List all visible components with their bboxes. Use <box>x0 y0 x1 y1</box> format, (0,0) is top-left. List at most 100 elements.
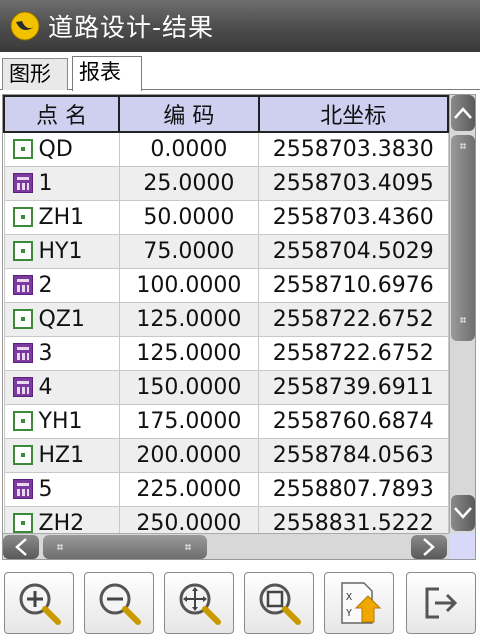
scrollbar-corner <box>449 533 475 559</box>
column-header-point-name[interactable]: 点 名 <box>3 95 121 133</box>
cell-northing[interactable]: 2558704.5029 <box>258 233 449 269</box>
table-row[interactable]: 3 125.0000 2558722.6752 <box>3 335 449 371</box>
point-name-text: QD <box>38 136 73 162</box>
chevron-right-icon <box>423 538 435 556</box>
scroll-down-button[interactable] <box>451 495 475 531</box>
survey-point-icon <box>12 410 33 431</box>
table-row[interactable]: YH1 175.0000 2558760.6874 <box>3 403 449 439</box>
scroll-up-button[interactable] <box>451 95 475 131</box>
cell-northing[interactable]: 2558722.6752 <box>258 335 449 371</box>
cell-code[interactable]: 75.0000 <box>118 233 260 269</box>
column-header-northing[interactable]: 北坐标 <box>257 95 450 133</box>
survey-point-icon <box>12 308 33 329</box>
tab-report[interactable]: 报表 <box>72 56 142 91</box>
calculated-point-icon <box>12 172 33 193</box>
vertical-scroll-thumb[interactable] <box>451 135 475 341</box>
point-name-text: ZH2 <box>38 510 85 536</box>
point-name-text: 3 <box>38 340 53 366</box>
cell-point-name[interactable]: 1 <box>3 165 120 201</box>
calculated-point-icon <box>12 376 33 397</box>
cell-northing[interactable]: 2558760.6874 <box>258 403 449 439</box>
cell-code[interactable]: 25.0000 <box>118 165 260 201</box>
cell-northing[interactable]: 2558739.6911 <box>258 369 449 405</box>
table-row[interactable]: QD 0.0000 2558703.3830 <box>3 131 449 167</box>
zoom-out-button[interactable] <box>84 572 154 634</box>
report-grid: 点 名 编 码 北坐标 QD 0.0000 2558703.3830 1 25.0000… <box>2 94 476 560</box>
table-row[interactable]: ZH1 50.0000 2558703.4360 <box>3 199 449 235</box>
bottom-toolbar: X Y <box>0 570 480 640</box>
table-row[interactable]: 1 25.0000 2558703.4095 <box>3 165 449 201</box>
cell-point-name[interactable]: QD <box>3 131 120 167</box>
table-row[interactable]: HZ1 200.0000 2558784.0563 <box>3 437 449 473</box>
app-logo-icon <box>10 11 40 41</box>
report-table: 点 名 编 码 北坐标 QD 0.0000 2558703.3830 1 25.0000… <box>3 95 450 541</box>
point-name-text: 4 <box>38 374 53 400</box>
cell-point-name[interactable]: 5 <box>3 471 120 507</box>
cell-code[interactable]: 150.0000 <box>118 369 260 405</box>
cell-point-name[interactable]: QZ1 <box>3 301 120 337</box>
survey-point-icon <box>12 512 33 533</box>
survey-point-icon <box>12 444 33 465</box>
table-row[interactable]: 2 100.0000 2558710.6976 <box>3 267 449 303</box>
exit-button[interactable] <box>406 572 476 634</box>
table-header-row: 点 名 编 码 北坐标 <box>3 95 450 133</box>
title-bar: 道路设计-结果 <box>0 0 480 52</box>
cell-code[interactable]: 225.0000 <box>118 471 260 507</box>
cell-code[interactable]: 125.0000 <box>118 335 260 371</box>
horizontal-scroll-thumb[interactable] <box>43 535 207 559</box>
export-button[interactable]: X Y <box>324 572 394 634</box>
point-name-text: YH1 <box>38 408 83 434</box>
table-row[interactable]: 5 225.0000 2558807.7893 <box>3 471 449 507</box>
table-row[interactable]: QZ1 125.0000 2558722.6752 <box>3 301 449 337</box>
point-name-text: 2 <box>38 272 53 298</box>
cell-code[interactable]: 0.0000 <box>118 131 260 167</box>
cell-northing[interactable]: 2558703.3830 <box>258 131 449 167</box>
cell-code[interactable]: 100.0000 <box>118 267 260 303</box>
survey-point-icon <box>12 138 33 159</box>
cell-point-name[interactable]: HY1 <box>3 233 120 269</box>
window-title: 道路设计-结果 <box>48 13 215 42</box>
cell-point-name[interactable]: HZ1 <box>3 437 120 473</box>
export-y-label: Y <box>346 608 352 619</box>
zoom-in-button[interactable] <box>4 572 74 634</box>
cell-point-name[interactable]: 3 <box>3 335 120 371</box>
zoom-out-icon <box>99 583 141 625</box>
exit-icon <box>425 587 458 619</box>
cell-northing[interactable]: 2558710.6976 <box>258 267 449 303</box>
cell-code[interactable]: 175.0000 <box>118 403 260 439</box>
calculated-point-icon <box>12 478 33 499</box>
point-name-text: ZH1 <box>38 204 85 230</box>
cell-northing[interactable]: 2558807.7893 <box>258 471 449 507</box>
scroll-right-button[interactable] <box>411 535 447 559</box>
pan-button[interactable] <box>164 572 234 634</box>
survey-point-icon <box>12 240 33 261</box>
cell-northing[interactable]: 2558703.4095 <box>258 165 449 201</box>
zoom-extent-button[interactable] <box>244 572 314 634</box>
table-row[interactable]: 4 150.0000 2558739.6911 <box>3 369 449 405</box>
tab-graphics[interactable]: 图形 <box>2 58 68 90</box>
column-header-code[interactable]: 编 码 <box>118 95 260 133</box>
cell-point-name[interactable]: 4 <box>3 369 120 405</box>
horizontal-scrollbar[interactable] <box>3 533 449 559</box>
point-name-text: 5 <box>38 476 53 502</box>
cell-northing[interactable]: 2558703.4360 <box>258 199 449 235</box>
calculated-point-icon <box>12 274 33 295</box>
table-row[interactable]: HY1 75.0000 2558704.5029 <box>3 233 449 269</box>
scroll-left-button[interactable] <box>3 535 39 559</box>
point-name-text: 1 <box>38 170 53 196</box>
cell-northing[interactable]: 2558722.6752 <box>258 301 449 337</box>
chevron-left-icon <box>15 538 27 556</box>
chevron-down-icon <box>454 507 472 519</box>
cell-code[interactable]: 50.0000 <box>118 199 260 235</box>
cell-northing[interactable]: 2558784.0563 <box>258 437 449 473</box>
cell-point-name[interactable]: ZH1 <box>3 199 120 235</box>
cell-point-name[interactable]: 2 <box>3 267 120 303</box>
vertical-scrollbar[interactable] <box>449 95 475 535</box>
point-name-text: QZ1 <box>38 306 85 332</box>
chevron-up-icon <box>454 107 472 119</box>
point-name-text: HY1 <box>38 238 83 264</box>
cell-code[interactable]: 200.0000 <box>118 437 260 473</box>
cell-code[interactable]: 125.0000 <box>118 301 260 337</box>
zoom-in-icon <box>19 583 61 625</box>
cell-point-name[interactable]: YH1 <box>3 403 120 439</box>
